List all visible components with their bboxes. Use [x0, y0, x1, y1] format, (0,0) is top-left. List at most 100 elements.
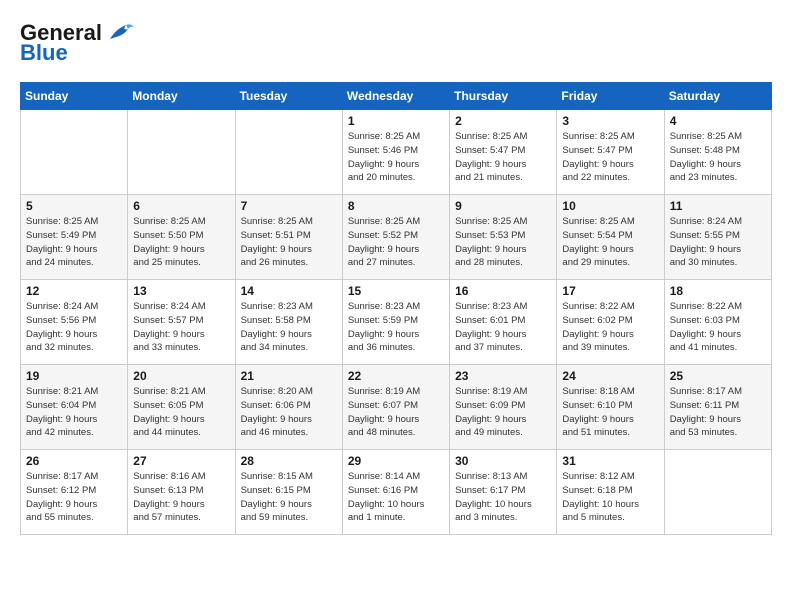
day-number: 23	[455, 369, 551, 383]
day-number: 3	[562, 114, 658, 128]
day-number: 24	[562, 369, 658, 383]
calendar-cell: 7 Sunrise: 8:25 AM Sunset: 5:51 PM Daylig…	[235, 195, 342, 280]
day-number: 8	[348, 199, 444, 213]
day-number: 7	[241, 199, 337, 213]
day-number: 5	[26, 199, 122, 213]
calendar-cell: 3 Sunrise: 8:25 AM Sunset: 5:47 PM Daylig…	[557, 110, 664, 195]
day-info: Sunrise: 8:25 AM Sunset: 5:47 PM Dayligh…	[562, 130, 658, 185]
calendar-cell	[664, 450, 771, 535]
day-info: Sunrise: 8:17 AM Sunset: 6:12 PM Dayligh…	[26, 470, 122, 525]
day-info: Sunrise: 8:21 AM Sunset: 6:04 PM Dayligh…	[26, 385, 122, 440]
day-number: 22	[348, 369, 444, 383]
calendar-cell: 18Sunrise: 8:22 AM Sunset: 6:03 PM Dayli…	[664, 280, 771, 365]
page-header: General Blue	[20, 20, 772, 66]
day-number: 1	[348, 114, 444, 128]
calendar-week-row: 19 Sunrise: 8:21 AM Sunset: 6:04 PM Dayli…	[21, 365, 772, 450]
weekday-header-wednesday: Wednesday	[342, 83, 449, 110]
calendar-week-row: 1 Sunrise: 8:25 AM Sunset: 5:46 PM Daylig…	[21, 110, 772, 195]
day-number: 11	[670, 199, 766, 213]
logo-bird-icon	[106, 21, 134, 45]
day-number: 9	[455, 199, 551, 213]
calendar-week-row: 26 Sunrise: 8:17 AM Sunset: 6:12 PM Dayli…	[21, 450, 772, 535]
calendar-week-row: 5 Sunrise: 8:25 AM Sunset: 5:49 PM Daylig…	[21, 195, 772, 280]
weekday-header-row: SundayMondayTuesdayWednesdayThursdayFrid…	[21, 83, 772, 110]
logo-general: General	[20, 20, 102, 45]
calendar-cell: 8 Sunrise: 8:25 AM Sunset: 5:52 PM Daylig…	[342, 195, 449, 280]
day-number: 6	[133, 199, 229, 213]
day-info: Sunrise: 8:23 AM Sunset: 5:59 PM Dayligh…	[348, 300, 444, 355]
calendar-cell: 27 Sunrise: 8:16 AM Sunset: 6:13 PM Dayli…	[128, 450, 235, 535]
calendar-table: SundayMondayTuesdayWednesdayThursdayFrid…	[20, 82, 772, 535]
day-info: Sunrise: 8:25 AM Sunset: 5:47 PM Dayligh…	[455, 130, 551, 185]
calendar-cell: 11 Sunrise: 8:24 AM Sunset: 5:55 PM Dayli…	[664, 195, 771, 280]
day-info: Sunrise: 8:24 AM Sunset: 5:57 PM Dayligh…	[133, 300, 229, 355]
calendar-cell	[21, 110, 128, 195]
day-info: Sunrise: 8:18 AM Sunset: 6:10 PM Dayligh…	[562, 385, 658, 440]
day-number: 16	[455, 284, 551, 298]
day-number: 26	[26, 454, 122, 468]
day-info: Sunrise: 8:25 AM Sunset: 5:50 PM Dayligh…	[133, 215, 229, 270]
calendar-cell: 10 Sunrise: 8:25 AM Sunset: 5:54 PM Dayli…	[557, 195, 664, 280]
day-number: 10	[562, 199, 658, 213]
calendar-cell: 5 Sunrise: 8:25 AM Sunset: 5:49 PM Daylig…	[21, 195, 128, 280]
day-number: 14	[241, 284, 337, 298]
day-info: Sunrise: 8:17 AM Sunset: 6:11 PM Dayligh…	[670, 385, 766, 440]
day-number: 17	[562, 284, 658, 298]
calendar-cell: 14 Sunrise: 8:23 AM Sunset: 5:58 PM Dayli…	[235, 280, 342, 365]
weekday-header-friday: Friday	[557, 83, 664, 110]
day-info: Sunrise: 8:23 AM Sunset: 5:58 PM Dayligh…	[241, 300, 337, 355]
calendar-cell: 9 Sunrise: 8:25 AM Sunset: 5:53 PM Daylig…	[450, 195, 557, 280]
day-number: 28	[241, 454, 337, 468]
calendar-cell: 15 Sunrise: 8:23 AM Sunset: 5:59 PM Dayli…	[342, 280, 449, 365]
weekday-header-thursday: Thursday	[450, 83, 557, 110]
day-number: 30	[455, 454, 551, 468]
calendar-cell: 26 Sunrise: 8:17 AM Sunset: 6:12 PM Dayli…	[21, 450, 128, 535]
calendar-cell: 28Sunrise: 8:15 AM Sunset: 6:15 PM Dayli…	[235, 450, 342, 535]
day-number: 2	[455, 114, 551, 128]
day-info: Sunrise: 8:21 AM Sunset: 6:05 PM Dayligh…	[133, 385, 229, 440]
day-info: Sunrise: 8:16 AM Sunset: 6:13 PM Dayligh…	[133, 470, 229, 525]
day-info: Sunrise: 8:19 AM Sunset: 6:09 PM Dayligh…	[455, 385, 551, 440]
calendar-cell: 4Sunrise: 8:25 AM Sunset: 5:48 PM Daylig…	[664, 110, 771, 195]
calendar-cell: 19 Sunrise: 8:21 AM Sunset: 6:04 PM Dayli…	[21, 365, 128, 450]
calendar-cell: 6 Sunrise: 8:25 AM Sunset: 5:50 PM Daylig…	[128, 195, 235, 280]
day-number: 19	[26, 369, 122, 383]
calendar-cell: 21Sunrise: 8:20 AM Sunset: 6:06 PM Dayli…	[235, 365, 342, 450]
day-number: 29	[348, 454, 444, 468]
calendar-cell: 2 Sunrise: 8:25 AM Sunset: 5:47 PM Daylig…	[450, 110, 557, 195]
weekday-header-tuesday: Tuesday	[235, 83, 342, 110]
calendar-cell: 13 Sunrise: 8:24 AM Sunset: 5:57 PM Dayli…	[128, 280, 235, 365]
day-info: Sunrise: 8:23 AM Sunset: 6:01 PM Dayligh…	[455, 300, 551, 355]
day-info: Sunrise: 8:22 AM Sunset: 6:02 PM Dayligh…	[562, 300, 658, 355]
day-info: Sunrise: 8:13 AM Sunset: 6:17 PM Dayligh…	[455, 470, 551, 525]
calendar-cell: 31Sunrise: 8:12 AM Sunset: 6:18 PM Dayli…	[557, 450, 664, 535]
day-info: Sunrise: 8:25 AM Sunset: 5:53 PM Dayligh…	[455, 215, 551, 270]
weekday-header-sunday: Sunday	[21, 83, 128, 110]
calendar-week-row: 12Sunrise: 8:24 AM Sunset: 5:56 PM Dayli…	[21, 280, 772, 365]
day-info: Sunrise: 8:25 AM Sunset: 5:46 PM Dayligh…	[348, 130, 444, 185]
calendar-cell: 25Sunrise: 8:17 AM Sunset: 6:11 PM Dayli…	[664, 365, 771, 450]
day-info: Sunrise: 8:25 AM Sunset: 5:48 PM Dayligh…	[670, 130, 766, 185]
day-info: Sunrise: 8:25 AM Sunset: 5:52 PM Dayligh…	[348, 215, 444, 270]
day-info: Sunrise: 8:25 AM Sunset: 5:49 PM Dayligh…	[26, 215, 122, 270]
day-number: 20	[133, 369, 229, 383]
calendar-cell	[235, 110, 342, 195]
calendar-cell: 24 Sunrise: 8:18 AM Sunset: 6:10 PM Dayli…	[557, 365, 664, 450]
calendar-cell: 22Sunrise: 8:19 AM Sunset: 6:07 PM Dayli…	[342, 365, 449, 450]
day-number: 31	[562, 454, 658, 468]
day-info: Sunrise: 8:24 AM Sunset: 5:56 PM Dayligh…	[26, 300, 122, 355]
day-number: 13	[133, 284, 229, 298]
weekday-header-saturday: Saturday	[664, 83, 771, 110]
day-info: Sunrise: 8:25 AM Sunset: 5:51 PM Dayligh…	[241, 215, 337, 270]
day-number: 15	[348, 284, 444, 298]
day-number: 21	[241, 369, 337, 383]
calendar-cell: 29Sunrise: 8:14 AM Sunset: 6:16 PM Dayli…	[342, 450, 449, 535]
day-number: 27	[133, 454, 229, 468]
calendar-cell: 12Sunrise: 8:24 AM Sunset: 5:56 PM Dayli…	[21, 280, 128, 365]
logo: General Blue	[20, 20, 134, 66]
day-info: Sunrise: 8:22 AM Sunset: 6:03 PM Dayligh…	[670, 300, 766, 355]
day-info: Sunrise: 8:25 AM Sunset: 5:54 PM Dayligh…	[562, 215, 658, 270]
calendar-cell	[128, 110, 235, 195]
day-info: Sunrise: 8:24 AM Sunset: 5:55 PM Dayligh…	[670, 215, 766, 270]
weekday-header-monday: Monday	[128, 83, 235, 110]
